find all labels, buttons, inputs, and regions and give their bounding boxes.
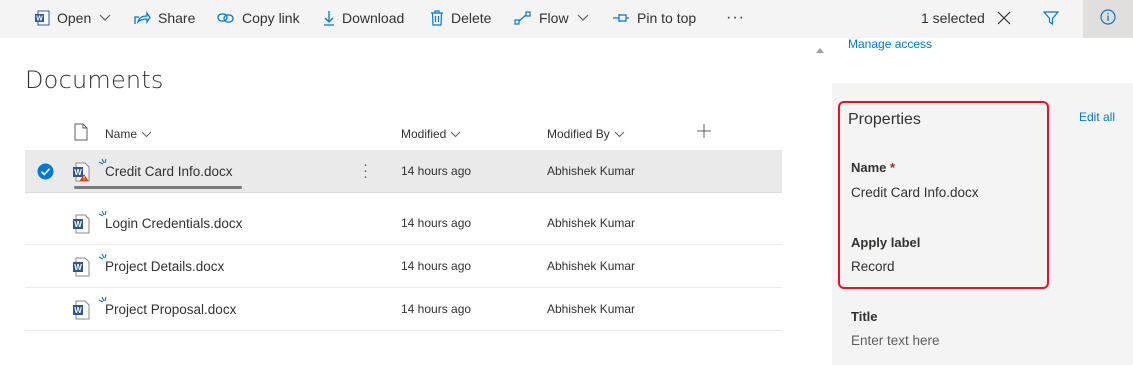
filter-button[interactable] [1043,0,1066,36]
filter-icon [1043,10,1059,26]
file-name-link[interactable]: Login Credentials.docx [105,216,242,231]
selected-count-label: 1 selected [921,10,985,26]
word-doc-icon: W [72,214,90,239]
column-header-modified-by-label: Modified By [547,127,610,141]
file-name-link[interactable]: Project Details.docx [105,259,224,274]
manage-access-link[interactable]: Manage access [848,37,932,51]
title-property-label: Title [851,309,878,324]
download-label: Download [342,10,405,26]
svg-text:W: W [74,306,82,315]
add-column-button[interactable] [697,122,711,142]
pin-to-top-button[interactable]: Pin to top [612,0,696,36]
pin-to-top-label: Pin to top [637,10,697,26]
chevron-down-icon [577,14,589,22]
link-icon [217,12,235,24]
copy-link-button[interactable]: Copy link [217,0,300,36]
open-button[interactable]: W Open [34,0,111,36]
column-header-name-label: Name [105,127,138,141]
word-doc-icon: W [72,300,90,325]
chevron-down-icon [450,131,461,138]
column-header-modified-by[interactable]: Modified By [547,124,625,144]
svg-text:W: W [74,168,82,177]
pin-icon [612,12,630,24]
column-header-modified-label: Modified [401,127,447,141]
copy-link-label: Copy link [242,10,300,26]
title-property-input[interactable]: Enter text here [851,333,940,348]
open-label: Open [57,10,92,26]
trash-icon [430,10,444,26]
info-icon [1100,8,1116,30]
modified-cell: 14 hours ago [401,164,472,178]
highlight-annotation-box [838,101,1049,289]
modified-cell: 14 hours ago [401,259,472,273]
svg-text:W: W [74,263,82,272]
word-doc-icon: W [72,162,90,187]
delete-button[interactable]: Delete [430,0,491,36]
add-icon [697,123,711,141]
share-button[interactable]: Share [133,0,195,36]
file-name-link[interactable]: Credit Card Info.docx [105,164,233,179]
download-button[interactable]: Download [323,0,404,36]
document-icon [74,123,88,144]
flow-label: Flow [539,10,569,26]
chevron-down-icon [141,131,152,138]
svg-text:W: W [36,16,43,23]
column-header-name[interactable]: Name [105,124,152,144]
file-type-column-header[interactable] [74,123,88,143]
text-highlight-underline [74,186,242,189]
chevron-down-icon [614,131,625,138]
modified-by-cell[interactable]: Abhishek Kumar [547,164,635,178]
table-row[interactable]: W Login Credentials.docx 14 hours ago Ab… [25,202,782,245]
modified-by-cell[interactable]: Abhishek Kumar [547,259,635,273]
table-row[interactable]: W Project Details.docx 14 hours ago Abhi… [25,245,782,288]
share-label: Share [158,10,196,26]
share-icon [133,10,151,26]
more-label: ··· [726,9,745,26]
selection-indicator[interactable]: 1 selected [921,0,1011,36]
svg-text:W: W [74,220,82,229]
more-options-icon[interactable]: · · · [363,157,368,184]
modified-by-cell[interactable]: Abhishek Kumar [547,302,635,316]
delete-label: Delete [451,10,492,26]
modified-cell: 14 hours ago [401,302,472,316]
modified-by-cell[interactable]: Abhishek Kumar [547,216,635,230]
modified-cell: 14 hours ago [401,216,472,230]
info-pane-button[interactable] [1083,0,1133,38]
flow-icon [514,11,532,25]
download-icon [323,10,335,26]
flow-button[interactable]: Flow [514,0,589,36]
page-title: Documents [25,66,164,94]
scroll-up-arrow[interactable] [816,40,824,58]
chevron-down-icon [99,14,111,22]
close-icon[interactable] [997,11,1011,25]
edit-all-link[interactable]: Edit all [1079,110,1115,124]
word-doc-icon: W [34,10,50,26]
column-header-modified[interactable]: Modified [401,124,461,144]
file-name-link[interactable]: Project Proposal.docx [105,302,236,317]
more-actions-button[interactable]: ··· [726,0,745,36]
table-row[interactable]: W Project Proposal.docx 14 hours ago Abh… [25,288,782,331]
word-doc-icon: W [72,257,90,282]
checkmark-icon[interactable] [37,163,54,185]
